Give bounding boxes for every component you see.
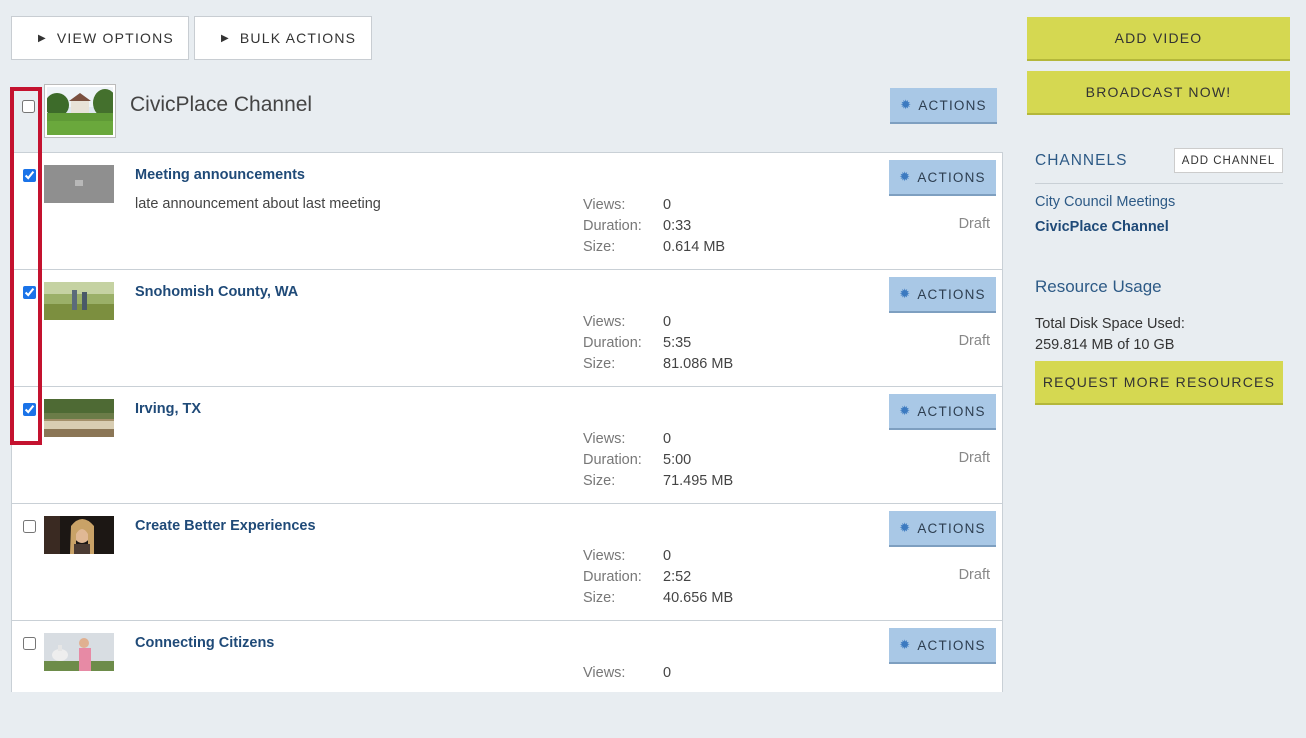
video-actions-button[interactable]: ✹ ACTIONS <box>889 160 996 196</box>
views-value: 0 <box>663 548 672 564</box>
gear-icon: ✹ <box>899 403 912 418</box>
gear-icon: ✹ <box>900 97 913 112</box>
disk-usage-value: 259.814 MB of 10 GB <box>1035 337 1175 353</box>
video-meta-labels: Views: Duration: Size: <box>583 195 642 258</box>
video-row: Connecting Citizens Views: 0 ✹ ACTIONS <box>12 621 1002 738</box>
video-select-checkbox[interactable] <box>23 520 36 533</box>
size-value: 81.086 MB <box>663 356 734 372</box>
video-title[interactable]: Irving, TX <box>135 401 201 417</box>
gear-icon: ✹ <box>899 520 912 535</box>
actions-label: ACTIONS <box>917 286 986 302</box>
duration-value: 5:35 <box>663 335 692 351</box>
checkbox-highlight-box <box>10 87 42 445</box>
views-value: 0 <box>663 431 672 447</box>
size-value: 71.495 MB <box>663 473 734 489</box>
channel-thumbnail <box>44 84 116 138</box>
expand-triangle-icon: ▶ <box>221 32 230 44</box>
duration-label: Duration: <box>583 218 642 234</box>
video-thumbnail <box>44 165 114 203</box>
request-more-resources-button[interactable]: REQUEST MORE RESOURCES <box>1035 361 1283 405</box>
channel-header: CivicPlace Channel ✹ ACTIONS <box>11 84 1001 140</box>
video-row: Irving, TX Views: Duration: Size: 0 5:00… <box>12 387 1002 504</box>
status-badge: Draft <box>958 450 990 466</box>
status-badge: Draft <box>958 216 990 232</box>
views-label: Views: <box>583 197 626 213</box>
broadcast-now-button[interactable]: BROADCAST NOW! <box>1027 71 1290 115</box>
duration-label: Duration: <box>583 452 642 468</box>
views-value: 0 <box>663 197 672 213</box>
views-label: Views: <box>583 314 626 330</box>
video-thumbnail <box>44 633 114 671</box>
video-thumbnail <box>44 516 114 554</box>
video-actions-button[interactable]: ✹ ACTIONS <box>889 277 996 313</box>
status-badge: Draft <box>958 333 990 349</box>
disk-usage-text: Total Disk Space Used: 259.814 MB of 10 … <box>1035 314 1185 356</box>
duration-label: Duration: <box>583 569 642 585</box>
actions-label: ACTIONS <box>917 637 986 653</box>
gear-icon: ✹ <box>899 637 912 652</box>
video-row: Create Better Experiences Views: Duratio… <box>12 504 1002 621</box>
video-meta-values: 0 2:52 40.656 MB <box>663 546 733 609</box>
bulk-actions-button[interactable]: ▶ BULK ACTIONS <box>194 16 372 60</box>
views-label: Views: <box>583 431 626 447</box>
size-label: Size: <box>583 239 616 255</box>
divider <box>1035 183 1283 184</box>
video-title[interactable]: Create Better Experiences <box>135 518 316 534</box>
video-thumbnail <box>44 282 114 320</box>
video-meta-labels: Views: <box>583 663 625 684</box>
channel-link-city-council-meetings[interactable]: City Council Meetings <box>1035 194 1175 210</box>
duration-value: 2:52 <box>663 569 692 585</box>
video-title[interactable]: Snohomish County, WA <box>135 284 298 300</box>
video-list: Meeting announcements late announcement … <box>11 152 1003 692</box>
video-description: late announcement about last meeting <box>135 196 381 212</box>
size-label: Size: <box>583 590 616 606</box>
video-actions-button[interactable]: ✹ ACTIONS <box>889 628 996 664</box>
actions-label: ACTIONS <box>917 520 986 536</box>
view-options-button[interactable]: ▶ VIEW OPTIONS <box>11 16 189 60</box>
channel-actions-button[interactable]: ✹ ACTIONS <box>890 88 997 124</box>
video-meta-values: 0 5:00 71.495 MB <box>663 429 733 492</box>
views-label: Views: <box>583 665 626 681</box>
view-options-label: VIEW OPTIONS <box>56 30 174 46</box>
video-meta-values: 0 <box>663 663 671 684</box>
size-value: 0.614 MB <box>663 239 726 255</box>
video-select-checkbox[interactable] <box>23 637 36 650</box>
video-row: Meeting announcements late announcement … <box>12 153 1002 270</box>
actions-label: ACTIONS <box>917 169 986 185</box>
video-meta-values: 0 0:33 0.614 MB <box>663 195 725 258</box>
add-channel-button[interactable]: ADD CHANNEL <box>1174 148 1283 173</box>
video-title[interactable]: Meeting announcements <box>135 167 305 183</box>
gear-icon: ✹ <box>899 169 912 184</box>
video-meta-values: 0 5:35 81.086 MB <box>663 312 733 375</box>
video-actions-button[interactable]: ✹ ACTIONS <box>889 511 996 547</box>
bulk-actions-label: BULK ACTIONS <box>239 30 357 46</box>
video-thumbnail <box>44 399 114 437</box>
disk-usage-label: Total Disk Space Used: <box>1035 316 1185 332</box>
video-meta-labels: Views: Duration: Size: <box>583 546 642 609</box>
size-label: Size: <box>583 473 616 489</box>
views-value: 0 <box>663 665 672 681</box>
size-value: 40.656 MB <box>663 590 734 606</box>
status-badge: Draft <box>958 567 990 583</box>
actions-label: ACTIONS <box>918 97 987 113</box>
video-actions-button[interactable]: ✹ ACTIONS <box>889 394 996 430</box>
channel-title: CivicPlace Channel <box>130 93 313 116</box>
video-meta-labels: Views: Duration: Size: <box>583 429 642 492</box>
duration-value: 0:33 <box>663 218 692 234</box>
video-row: Snohomish County, WA Views: Duration: Si… <box>12 270 1002 387</box>
actions-label: ACTIONS <box>917 403 986 419</box>
views-value: 0 <box>663 314 672 330</box>
channel-link-civicplace-channel[interactable]: CivicPlace Channel <box>1035 219 1169 235</box>
duration-label: Duration: <box>583 335 642 351</box>
resource-usage-heading: Resource Usage <box>1035 277 1162 296</box>
expand-triangle-icon: ▶ <box>38 32 47 44</box>
add-video-button[interactable]: ADD VIDEO <box>1027 17 1290 61</box>
channels-heading: CHANNELS <box>1035 152 1128 169</box>
size-label: Size: <box>583 356 616 372</box>
video-title[interactable]: Connecting Citizens <box>135 635 274 651</box>
gear-icon: ✹ <box>899 286 912 301</box>
views-label: Views: <box>583 548 626 564</box>
duration-value: 5:00 <box>663 452 692 468</box>
video-meta-labels: Views: Duration: Size: <box>583 312 642 375</box>
